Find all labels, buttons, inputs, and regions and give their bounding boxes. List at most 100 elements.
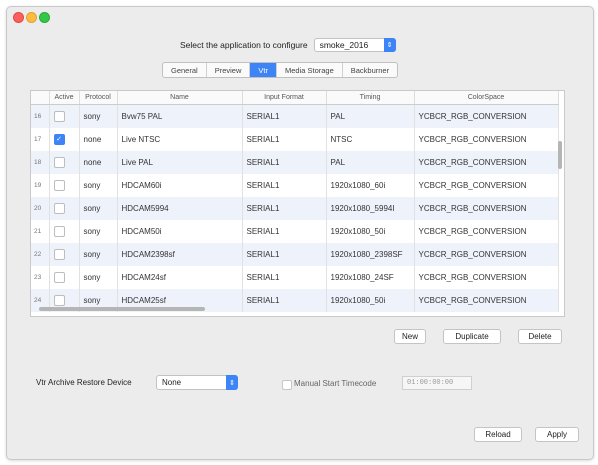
input-format-cell[interactable]: SERIAL1 [242,243,327,266]
column-header-colorspace[interactable]: ColorSpace [414,91,559,105]
colorspace-cell[interactable]: YCBCR_RGB_CONVERSION [414,197,559,220]
protocol-cell[interactable]: sony [79,174,118,197]
name-cell[interactable]: Live PAL [117,151,243,174]
colorspace-cell[interactable]: YCBCR_RGB_CONVERSION [414,128,559,151]
input-format-cell[interactable]: SERIAL1 [242,220,327,243]
column-header-active[interactable]: Active [49,91,80,105]
input-format-cell[interactable]: SERIAL1 [242,104,327,128]
column-header-protocol[interactable]: Protocol [79,91,118,105]
column-header-name[interactable]: Name [117,91,243,105]
input-format-cell[interactable]: SERIAL1 [242,197,327,220]
colorspace-cell[interactable]: YCBCR_RGB_CONVERSION [414,220,559,243]
archive-device-row: Vtr Archive Restore Device [36,378,132,387]
timing-cell[interactable]: 1920x1080_2398SF [326,243,415,266]
active-checkbox[interactable] [53,111,65,122]
tab-general[interactable]: General [163,63,207,77]
name-cell[interactable]: Bvw75 PAL [117,104,243,128]
active-cell: ✓ [49,128,80,151]
active-cell [49,266,80,289]
reload-button[interactable]: Reload [474,427,522,442]
vtr-table: Active Protocol Name Input Format Timing… [31,91,559,312]
protocol-cell[interactable]: sony [79,243,118,266]
column-header-timing[interactable]: Timing [326,91,415,105]
manual-timecode-checkbox[interactable] [282,380,292,390]
chevron-updown-icon: ⇕ [383,38,396,52]
active-checkbox[interactable] [53,226,65,237]
colorspace-cell[interactable]: YCBCR_RGB_CONVERSION [414,243,559,266]
timing-cell[interactable]: NTSC [326,128,415,151]
tab-backburner[interactable]: Backburner [343,63,397,77]
timing-cell[interactable]: 1920x1080_5994I [326,197,415,220]
table-row[interactable]: 23 sony HDCAM24sf SERIAL1 1920x1080_24SF YCBC… [31,266,559,289]
colorspace-cell[interactable]: YCBCR_RGB_CONVERSION [414,266,559,289]
application-popup-value: smoke_2016 [319,40,369,50]
colorspace-cell[interactable]: YCBCR_RGB_CONVERSION [414,289,559,312]
active-checkbox[interactable] [53,157,65,168]
zoom-window-button[interactable] [39,12,50,23]
vertical-scrollbar[interactable] [558,141,562,169]
active-checkbox[interactable] [53,249,65,260]
protocol-cell[interactable]: none [79,128,118,151]
row-number: 18 [31,151,50,174]
name-cell[interactable]: Live NTSC [117,128,243,151]
timing-cell[interactable]: 1920x1080_60i [326,174,415,197]
name-cell[interactable]: HDCAM24sf [117,266,243,289]
name-cell[interactable]: HDCAM2398sf [117,243,243,266]
timing-cell[interactable]: PAL [326,104,415,128]
input-format-cell[interactable]: SERIAL1 [242,289,327,312]
tab-preview[interactable]: Preview [207,63,251,77]
protocol-cell[interactable]: sony [79,104,118,128]
input-format-cell[interactable]: SERIAL1 [242,128,327,151]
archive-device-label: Vtr Archive Restore Device [36,378,132,387]
colorspace-cell[interactable]: YCBCR_RGB_CONVERSION [414,151,559,174]
protocol-cell[interactable]: sony [79,266,118,289]
tab-media-storage[interactable]: Media Storage [277,63,343,77]
delete-button[interactable]: Delete [518,329,562,344]
table-row[interactable]: 20 sony HDCAM5994 SERIAL1 1920x1080_5994I YCB… [31,197,559,220]
close-window-button[interactable] [13,12,24,23]
table-row[interactable]: 17 ✓ none Live NTSC SERIAL1 NTSC YCBCR_RGB_CON… [31,128,559,151]
active-checkbox[interactable] [53,272,65,283]
table-row[interactable]: 22 sony HDCAM2398sf SERIAL1 1920x1080_2398SF… [31,243,559,266]
table-row[interactable]: 19 sony HDCAM60i SERIAL1 1920x1080_60i YCBCR_… [31,174,559,197]
active-checkbox[interactable] [53,295,65,306]
name-cell[interactable]: HDCAM5994 [117,197,243,220]
active-cell [49,174,80,197]
manual-timecode-field[interactable]: 01:00:00:00 [402,376,472,390]
active-checkbox[interactable] [53,203,65,214]
manual-timecode-label: Manual Start Timecode [294,379,377,388]
colorspace-cell[interactable]: YCBCR_RGB_CONVERSION [414,104,559,128]
protocol-cell[interactable]: none [79,151,118,174]
archive-device-popup[interactable]: None ⇕ [156,375,238,390]
new-button[interactable]: New [394,329,426,344]
input-format-cell[interactable]: SERIAL1 [242,266,327,289]
column-header-input-format[interactable]: Input Format [242,91,327,105]
application-popup[interactable]: smoke_2016 ⇕ [313,38,396,52]
protocol-cell[interactable]: sony [79,220,118,243]
active-checkbox[interactable]: ✓ [53,134,65,145]
table-row[interactable]: 21 sony HDCAM50i SERIAL1 1920x1080_50i YCBCR_… [31,220,559,243]
vtr-table-container: Active Protocol Name Input Format Timing… [30,90,565,317]
tab-vtr[interactable]: Vtr [250,63,277,77]
timing-cell[interactable]: 1920x1080_50i [326,220,415,243]
settings-tabs: General Preview Vtr Media Storage Backbu… [162,62,399,78]
timing-cell[interactable]: PAL [326,151,415,174]
row-number: 19 [31,174,50,197]
column-header-number[interactable] [31,91,50,105]
timing-cell[interactable]: 1920x1080_24SF [326,266,415,289]
row-number: 21 [31,220,50,243]
table-row[interactable]: 16 sony Bvw75 PAL SERIAL1 PAL YCBCR_RGB_CONVE… [31,104,559,128]
input-format-cell[interactable]: SERIAL1 [242,151,327,174]
input-format-cell[interactable]: SERIAL1 [242,174,327,197]
name-cell[interactable]: HDCAM50i [117,220,243,243]
duplicate-button[interactable]: Duplicate [443,329,501,344]
apply-button[interactable]: Apply [535,427,579,442]
name-cell[interactable]: HDCAM60i [117,174,243,197]
active-checkbox[interactable] [53,180,65,191]
minimize-window-button[interactable] [26,12,37,23]
table-row[interactable]: 18 none Live PAL SERIAL1 PAL YCBCR_RGB_CONVER… [31,151,559,174]
horizontal-scrollbar[interactable] [39,307,205,311]
protocol-cell[interactable]: sony [79,197,118,220]
timing-cell[interactable]: 1920x1080_50i [326,289,415,312]
colorspace-cell[interactable]: YCBCR_RGB_CONVERSION [414,174,559,197]
